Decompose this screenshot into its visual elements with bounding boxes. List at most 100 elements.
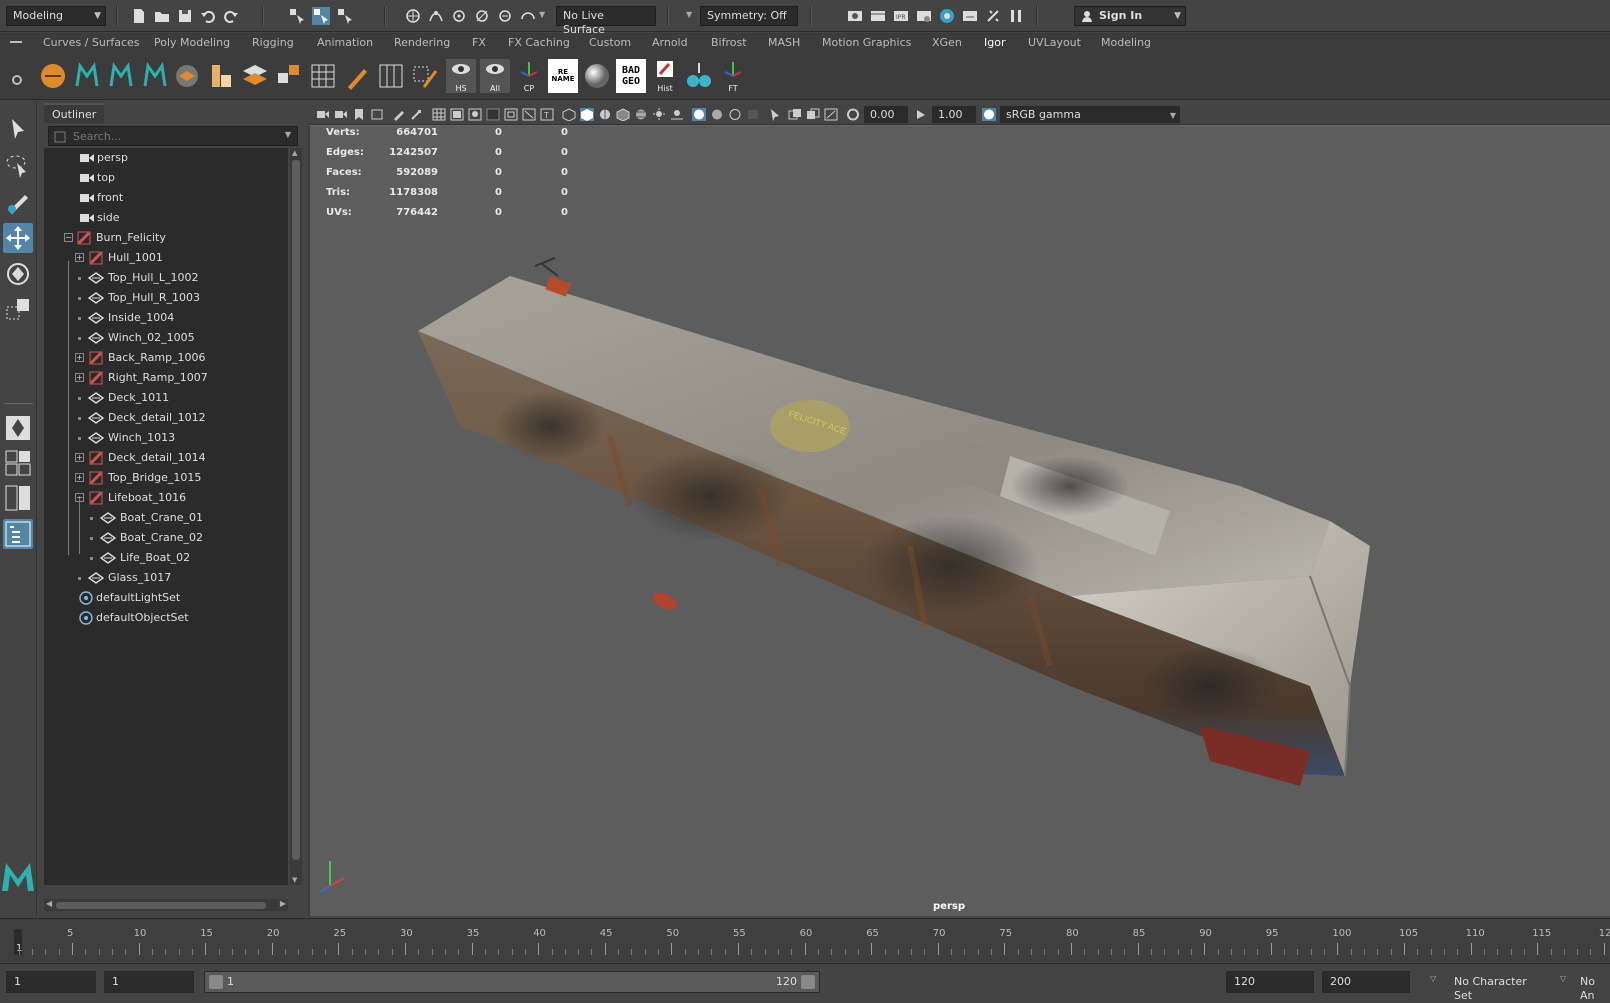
viewport-3d[interactable]: Verts: 664701 0 0 Edges: 1242507 0 0 Fac… [308, 125, 1610, 916]
hypershade-icon[interactable] [938, 7, 956, 25]
expand-toggle[interactable]: + [75, 253, 84, 262]
anim-layer-dropdown[interactable]: No An [1574, 971, 1610, 1002]
tab-curves-surfaces[interactable]: Curves / Surfaces [43, 36, 140, 49]
single-pane-layout-icon[interactable] [3, 413, 33, 443]
list-item[interactable]: Boat_Crane_02 [44, 528, 288, 548]
all-shelf-button[interactable]: All [480, 59, 510, 93]
camera-lock-icon[interactable] [334, 108, 348, 121]
layers-icon[interactable] [172, 59, 202, 93]
collapse-toggle[interactable]: − [64, 233, 73, 242]
render-settings-icon[interactable] [915, 7, 933, 25]
select-object-icon[interactable] [312, 7, 330, 25]
tab-fx-caching[interactable]: FX Caching [508, 36, 570, 49]
save-scene-icon[interactable] [176, 7, 194, 25]
exposure-field[interactable]: 0.00 [864, 106, 908, 123]
two-pane-layout-icon[interactable] [3, 483, 33, 513]
xray-joints-icon[interactable] [728, 108, 742, 121]
hist-shelf-button[interactable]: Hist [650, 59, 680, 93]
tab-arnold[interactable]: Arnold [652, 36, 688, 49]
chevron-down-icon[interactable]: ▼ [285, 130, 291, 139]
list-item[interactable]: Top_Hull_R_1003 [44, 288, 288, 308]
lasso-edit-icon[interactable] [410, 59, 440, 93]
xray-icon[interactable] [710, 108, 724, 121]
color-space-dropdown[interactable]: sRGB gamma ▼ [1000, 106, 1180, 123]
move-tool[interactable] [3, 223, 33, 253]
material-ball-icon[interactable] [582, 59, 612, 93]
bookmark-icon[interactable] [352, 108, 366, 121]
list-item[interactable]: defaultObjectSet [44, 608, 288, 628]
list-item[interactable]: defaultLightSet [44, 588, 288, 608]
ft-shelf-button[interactable]: FT [718, 59, 748, 93]
four-pane-layout-icon[interactable] [3, 448, 33, 478]
grid-icon[interactable] [308, 59, 338, 93]
redo-icon[interactable] [222, 7, 240, 25]
light-editor-icon[interactable] [984, 7, 1002, 25]
snap-point-icon[interactable] [450, 7, 468, 25]
outliner-vertical-scrollbar[interactable]: ▲ ▼ [290, 148, 302, 885]
render-frame-icon[interactable] [869, 7, 887, 25]
shelf-menu-icon[interactable] [10, 41, 22, 47]
list-item[interactable]: Boat_Crane_01 [44, 508, 288, 528]
chevron-down-icon[interactable]: ▼ [539, 10, 545, 19]
animation-end-field[interactable]: 200 [1322, 971, 1410, 993]
hs-shelf-button[interactable]: HS [446, 59, 476, 93]
scrollbar-thumb[interactable] [292, 160, 300, 860]
camera-attributes-icon[interactable] [316, 108, 330, 121]
select-camera-icon[interactable] [768, 108, 782, 121]
shadows-icon[interactable] [670, 108, 684, 121]
outliner-horizontal-scrollbar[interactable]: ◀ ▶ [44, 899, 288, 911]
cp-shelf-button[interactable]: CP [514, 59, 544, 93]
list-item[interactable]: + Top_Bridge_1015 [44, 468, 288, 488]
search-input[interactable] [73, 129, 268, 143]
anti-aliasing-icon[interactable] [824, 108, 838, 121]
scroll-up-icon[interactable]: ▲ [292, 149, 297, 157]
tab-poly-modeling[interactable]: Poly Modeling [154, 36, 230, 49]
gamma-field[interactable]: 1.00 [932, 106, 976, 123]
expand-toggle[interactable]: + [75, 473, 84, 482]
cube-stack-icon[interactable] [206, 59, 236, 93]
color-management-icon[interactable] [982, 108, 996, 121]
safe-title-icon[interactable]: T [540, 108, 554, 121]
playback-end-field[interactable]: 120 [1226, 971, 1314, 993]
range-start-handle[interactable] [209, 975, 223, 989]
maya-teal-icon-3[interactable] [140, 59, 170, 93]
outliner-title[interactable]: Outliner [44, 103, 105, 123]
character-set-dropdown[interactable]: No Character Set [1446, 971, 1556, 1002]
xray-components-icon[interactable] [746, 108, 760, 121]
snap-projected-icon[interactable] [519, 7, 537, 25]
list-item[interactable]: − Burn_Felicity [44, 228, 288, 248]
tab-modeling[interactable]: Modeling [1101, 36, 1151, 49]
rotate-tool-icon[interactable] [3, 259, 33, 289]
safe-action-icon[interactable] [522, 108, 536, 121]
rename-shelf-button[interactable]: RE NAME [548, 59, 578, 93]
snap-curve-icon[interactable] [427, 7, 445, 25]
gear-icon[interactable] [10, 73, 24, 87]
scroll-left-icon[interactable]: ◀ [46, 899, 52, 908]
lifeboat-model[interactable] [650, 589, 679, 613]
list-item[interactable]: + Deck_detail_1014 [44, 448, 288, 468]
tab-rendering[interactable]: Rendering [394, 36, 450, 49]
open-scene-icon[interactable] [153, 7, 171, 25]
ship-model[interactable]: FELICITY ACE [310, 126, 1610, 916]
render-view-icon[interactable] [846, 7, 864, 25]
list-item[interactable]: side [44, 208, 288, 228]
grid-toggle-icon[interactable] [432, 108, 446, 121]
grease-pencil-icon[interactable] [392, 108, 406, 121]
outliner-layout[interactable] [3, 519, 33, 549]
new-scene-icon[interactable] [130, 7, 148, 25]
chevron-down-icon[interactable]: ▽ [1430, 974, 1436, 983]
search-filter-icon[interactable] [54, 131, 66, 143]
range-slider[interactable]: 1 120 [204, 971, 820, 993]
resolution-gate-icon[interactable] [468, 108, 482, 121]
list-item[interactable]: + Hull_1001 [44, 248, 288, 268]
exposure-icon[interactable] [846, 108, 860, 121]
ipr-render-icon[interactable]: IPR [892, 7, 910, 25]
list-item[interactable]: front [44, 188, 288, 208]
select-tool-icon[interactable] [3, 115, 33, 145]
lights-icon[interactable] [652, 108, 666, 121]
list-item[interactable]: + Back_Ramp_1006 [44, 348, 288, 368]
default-material-icon[interactable] [616, 108, 630, 121]
expand-toggle[interactable]: + [75, 373, 84, 382]
scrollbar-thumb[interactable] [56, 902, 266, 909]
gate-mask-icon[interactable] [486, 108, 500, 121]
